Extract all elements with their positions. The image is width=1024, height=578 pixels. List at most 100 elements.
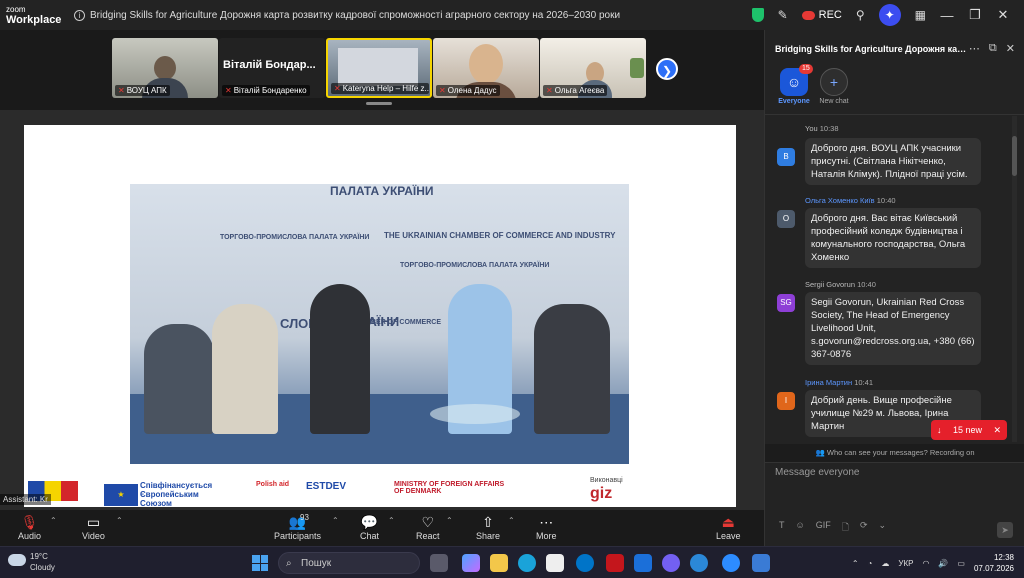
chat-options-chevron-icon[interactable]: ⌃ bbox=[388, 516, 395, 525]
share-button[interactable]: ⇧ Share bbox=[476, 514, 500, 541]
info-icon[interactable]: i bbox=[74, 9, 85, 21]
taskbar-search[interactable]: ⌕ Пошук bbox=[278, 552, 420, 574]
new-messages-label: 15 new bbox=[952, 425, 982, 435]
zoom-app-icon[interactable] bbox=[722, 554, 740, 572]
close-chat-icon[interactable]: ✕ bbox=[1006, 42, 1015, 55]
implementer-label: Виконавці bbox=[590, 477, 623, 484]
chat-button[interactable]: 💬 Chat bbox=[360, 514, 379, 541]
wifi-icon[interactable]: ◠ bbox=[922, 559, 929, 568]
message-meta: Ольга Хоменко Київ 10:40 bbox=[805, 196, 896, 205]
more-options-icon[interactable]: ⋯ bbox=[969, 42, 980, 55]
more-tools-chevron-icon[interactable]: ⌄ bbox=[879, 520, 887, 536]
participant-video bbox=[338, 48, 418, 86]
participant-tile[interactable]: Віталій Бондар... ✕ Віталій Бондаренко bbox=[219, 38, 325, 98]
onedrive-icon[interactable]: ☁ bbox=[881, 559, 889, 568]
more-label: More bbox=[536, 531, 557, 541]
format-text-icon[interactable]: T bbox=[779, 520, 785, 536]
sponsor-logos: ★ Співфінансується Європейським Союзом P… bbox=[24, 477, 736, 508]
meeting-title: Bridging Skills for Agriculture Дорожня … bbox=[90, 9, 621, 21]
tab-new-chat[interactable]: + New chat bbox=[809, 68, 859, 105]
maximize-icon[interactable]: ❐ bbox=[968, 7, 982, 23]
cloud-icon bbox=[8, 554, 26, 566]
windows-taskbar: 19°C Cloudy ⌕ Пошук ⌃ ◔ ☁ УКР ◠ 🔊 ▭ 12:3… bbox=[0, 546, 1024, 578]
plus-icon: + bbox=[820, 68, 848, 96]
volume-icon[interactable]: 🔊 bbox=[938, 559, 948, 568]
more-button[interactable]: ⋯ More bbox=[536, 514, 557, 541]
chat-panel: Bridging Skills for Agriculture Дорожня … bbox=[764, 30, 1024, 546]
store-icon[interactable] bbox=[546, 554, 564, 572]
new-messages-button[interactable]: ↓ 15 new ✕ bbox=[931, 420, 1007, 440]
network-icon[interactable]: ◔ bbox=[868, 559, 873, 568]
file-explorer-icon[interactable] bbox=[490, 554, 508, 572]
video-button[interactable]: ▭ Video bbox=[82, 514, 105, 541]
participant-name: ✕ Віталій Бондаренко bbox=[222, 85, 310, 96]
weather-widget[interactable]: 19°C Cloudy bbox=[8, 551, 55, 573]
strip-resize-handle[interactable] bbox=[366, 102, 392, 105]
dismiss-icon[interactable]: ✕ bbox=[993, 425, 1001, 436]
language-indicator[interactable]: УКР bbox=[898, 559, 913, 568]
minimize-icon[interactable]: — bbox=[940, 8, 954, 23]
participants-options-chevron-icon[interactable]: ⌃ bbox=[332, 516, 339, 525]
hp-icon[interactable] bbox=[576, 554, 594, 572]
mic-off-icon: ✕ bbox=[225, 86, 232, 95]
denmark-logo: MINISTRY OF FOREIGN AFFAIRS OF DENMARK bbox=[394, 481, 505, 495]
speaker-figure bbox=[534, 304, 610, 434]
meeting-info[interactable]: i Bridging Skills for Agriculture Дорожн… bbox=[74, 9, 714, 21]
record-button[interactable]: REC bbox=[801, 9, 842, 21]
logo-line2: Workplace bbox=[6, 14, 62, 26]
audio-button[interactable]: 🎙 Audio bbox=[18, 514, 41, 541]
emoji-icon[interactable]: ☺ bbox=[796, 520, 805, 536]
help-icon[interactable] bbox=[690, 554, 708, 572]
brush-icon[interactable]: ⚲ bbox=[856, 8, 865, 22]
scrollbar-thumb[interactable] bbox=[1012, 136, 1017, 176]
participant-tile-active-speaker[interactable]: ✕ Kateryna Help – Hilfe z... bbox=[326, 38, 432, 98]
notes-icon[interactable]: ✎ bbox=[778, 8, 788, 22]
compose-area[interactable]: Message everyone T ☺ GIF 🗋 ⟳ ⌄ ➤ bbox=[765, 462, 1024, 546]
time: 12:38 bbox=[993, 553, 1014, 562]
chat-icon: 💬 bbox=[360, 514, 379, 530]
mail-icon[interactable] bbox=[634, 554, 652, 572]
participant-big-name: Віталій Бондар... bbox=[223, 59, 316, 71]
compose-toolbar: T ☺ GIF 🗋 ⟳ ⌄ bbox=[779, 520, 886, 536]
leave-button[interactable]: ⏏ Leave bbox=[716, 514, 741, 541]
participants-button[interactable]: 👥 93 Participants bbox=[274, 513, 321, 541]
who-can-see-link[interactable]: 👥 Who can see your messages? Recording o… bbox=[765, 444, 1024, 462]
send-button[interactable]: ➤ bbox=[997, 522, 1013, 538]
viber-icon[interactable] bbox=[662, 554, 680, 572]
participant-tile[interactable]: ✕ Олена Дадус bbox=[433, 38, 539, 98]
message-list[interactable]: You 10:38 В Доброго дня. ВОУЦ АПК учасни… bbox=[765, 116, 1015, 442]
gif-icon[interactable]: GIF bbox=[816, 520, 831, 536]
video-options-chevron-icon[interactable]: ⌃ bbox=[116, 516, 123, 525]
video-camera-icon: ▭ bbox=[86, 514, 101, 530]
mcafee-icon[interactable] bbox=[606, 554, 624, 572]
task-view-icon[interactable] bbox=[430, 554, 448, 572]
pop-out-icon[interactable]: ⧉ bbox=[989, 42, 997, 55]
event-photo: ПАЛАТА УКРАЇНИ THE UKRAINIAN CHAMBER OF … bbox=[130, 184, 629, 464]
search-placeholder: Пошук bbox=[301, 558, 332, 569]
battery-icon[interactable]: ▭ bbox=[957, 559, 965, 568]
meeting-toolbar: 🎙 Audio ⌃ ▭ Video ⌃ 👥 93 Participants ⌃ … bbox=[0, 510, 764, 546]
chevron-up-icon[interactable]: ⌃ bbox=[852, 559, 859, 568]
speaker-figure bbox=[310, 284, 370, 434]
message-input[interactable]: Message everyone bbox=[775, 467, 860, 478]
chat-scrollbar[interactable] bbox=[1012, 116, 1017, 442]
close-icon[interactable]: ✕ bbox=[996, 7, 1010, 23]
react-options-chevron-icon[interactable]: ⌃ bbox=[446, 516, 453, 525]
share-options-chevron-icon[interactable]: ⌃ bbox=[508, 516, 515, 525]
app-icon[interactable] bbox=[752, 554, 770, 572]
next-participants-button[interactable]: ❯ bbox=[656, 58, 678, 80]
audio-options-chevron-icon[interactable]: ⌃ bbox=[50, 516, 57, 525]
participant-tile[interactable]: ✕ Ольга Агеєва bbox=[540, 38, 646, 98]
edge-icon[interactable] bbox=[518, 554, 536, 572]
react-button[interactable]: ♡ React bbox=[416, 514, 440, 541]
ai-companion-icon[interactable]: ✦ bbox=[878, 4, 901, 26]
clock[interactable]: 12:38 07.07.2026 bbox=[974, 552, 1014, 574]
copilot-icon[interactable] bbox=[462, 554, 480, 572]
chat-tabs: ☺ 15 Everyone + New chat bbox=[765, 64, 1024, 112]
participant-tile[interactable]: ✕ ВОУЦ АПК bbox=[112, 38, 218, 98]
view-layout-icon[interactable]: ▦ bbox=[915, 8, 926, 22]
screenshot-icon[interactable]: ⟳ bbox=[860, 520, 868, 536]
shield-icon[interactable] bbox=[751, 8, 764, 22]
start-button[interactable] bbox=[252, 555, 268, 571]
file-icon[interactable]: 🗋 bbox=[842, 520, 849, 536]
